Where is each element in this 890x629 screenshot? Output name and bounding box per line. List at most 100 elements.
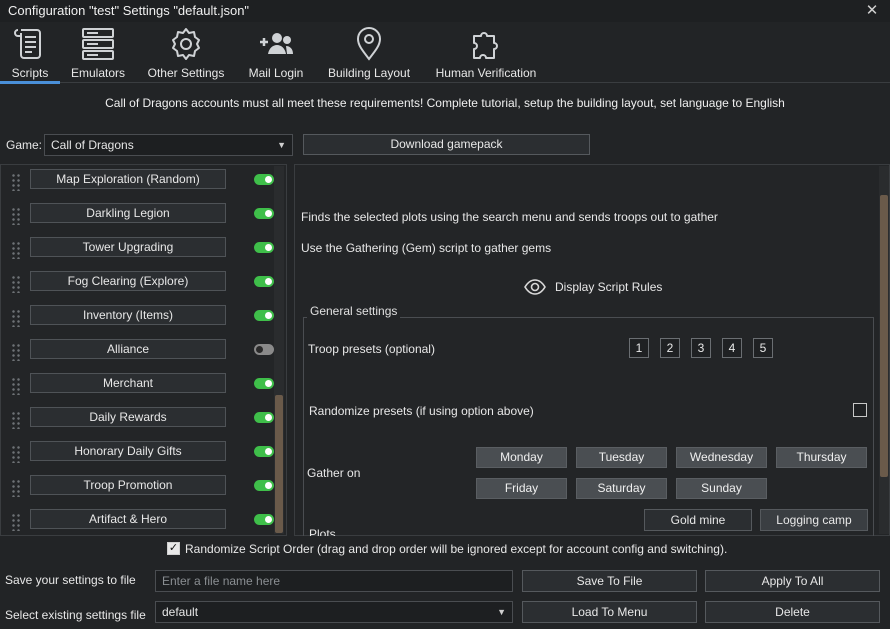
randomize-order-label: Randomize Script Order (drag and drop or… [185,542,728,556]
scroll-icon [14,29,41,59]
drag-handle-icon[interactable] [11,275,21,293]
tab-scripts[interactable]: Scripts [4,26,56,84]
script-button[interactable]: Inventory (Items) [30,305,226,325]
script-button[interactable]: Artifact & Hero [30,509,226,529]
list-item[interactable]: Merchant [1,369,281,403]
tab-label: Mail Login [248,66,304,80]
save-to-file-button[interactable]: Save To File [522,570,697,592]
script-toggle[interactable] [254,174,274,185]
script-button[interactable]: Merchant [30,373,226,393]
script-button[interactable]: Alliance [30,339,226,359]
server-icon [82,28,114,60]
preset-5-button[interactable]: 5 [753,338,773,358]
display-script-rules-button[interactable]: Display Script Rules [524,277,664,297]
list-item[interactable]: Artifact & Hero [1,505,281,535]
script-toggle[interactable] [254,378,274,389]
drag-handle-icon[interactable] [11,207,21,225]
plots-label: Plots [309,527,336,536]
script-button[interactable]: Fog Clearing (Explore) [30,271,226,291]
drag-handle-icon[interactable] [11,241,21,259]
tab-building-layout[interactable]: Building Layout [324,26,414,84]
settings-scroll-thumb[interactable] [880,195,888,477]
chevron-down-icon: ▼ [497,607,506,617]
tab-label: Scripts [11,66,49,80]
tab-mail-login[interactable]: Mail Login [244,26,308,84]
add-user-icon [260,33,293,54]
troop-presets-label: Troop presets (optional) [308,342,435,356]
requirements-banner: Call of Dragons accounts must all meet t… [105,96,785,110]
list-item[interactable]: Inventory (Items) [1,301,281,335]
load-to-menu-button[interactable]: Load To Menu [522,601,697,623]
delete-button[interactable]: Delete [705,601,880,623]
script-button[interactable]: Darkling Legion [30,203,226,223]
list-item[interactable]: Fog Clearing (Explore) [1,267,281,301]
drag-handle-icon[interactable] [11,479,21,497]
randomize-presets-checkbox[interactable] [853,403,867,417]
game-select[interactable]: Call of Dragons ▼ [44,134,293,156]
settings-file-select[interactable]: default ▼ [155,601,513,623]
eye-icon [524,279,546,295]
day-friday-button[interactable]: Friday [476,478,567,499]
day-saturday-button[interactable]: Saturday [576,478,667,499]
apply-to-all-button[interactable]: Apply To All [705,570,880,592]
drag-handle-icon[interactable] [11,445,21,463]
script-toggle[interactable] [254,446,274,457]
plot-logging-camp-button[interactable]: Logging camp [760,509,868,531]
day-monday-button[interactable]: Monday [476,447,567,468]
gear-icon [172,28,200,60]
drag-handle-icon[interactable] [11,173,21,191]
day-tuesday-button[interactable]: Tuesday [576,447,667,468]
settings-file-value: default [162,605,199,619]
script-toggle[interactable] [254,208,274,219]
tab-human-verification[interactable]: Human Verification [432,26,540,84]
list-item[interactable]: Tower Upgrading [1,233,281,267]
drag-handle-icon[interactable] [11,411,21,429]
randomize-order-checkbox[interactable]: ✓ [167,542,180,555]
list-item[interactable]: Honorary Daily Gifts [1,437,281,471]
script-button[interactable]: Troop Promotion [30,475,226,495]
list-item[interactable]: Troop Promotion [1,471,281,505]
tab-emulators[interactable]: Emulators [66,26,130,84]
preset-4-button[interactable]: 4 [722,338,742,358]
day-thursday-button[interactable]: Thursday [776,447,867,468]
close-button[interactable]: ✕ [860,0,884,22]
day-wednesday-button[interactable]: Wednesday [676,447,767,468]
script-toggle[interactable] [254,412,274,423]
filename-input[interactable]: Enter a file name here [155,570,513,592]
script-toggle[interactable] [254,344,274,355]
puzzle-icon [473,32,498,59]
download-gamepack-button[interactable]: Download gamepack [303,134,590,155]
tab-label: Emulators [70,66,126,80]
drag-handle-icon[interactable] [11,343,21,361]
script-note: Use the Gathering (Gem) script to gather… [301,241,552,255]
day-sunday-button[interactable]: Sunday [676,478,767,499]
list-item[interactable]: Daily Rewards [1,403,281,437]
script-button[interactable]: Daily Rewards [30,407,226,427]
drag-handle-icon[interactable] [11,513,21,531]
script-button[interactable]: Tower Upgrading [30,237,226,257]
list-item[interactable]: Map Exploration (Random) [1,165,281,199]
preset-2-button[interactable]: 2 [660,338,680,358]
tab-other-settings[interactable]: Other Settings [144,26,228,84]
script-button[interactable]: Map Exploration (Random) [30,169,226,189]
display-script-rules-label: Display Script Rules [555,280,663,294]
list-item[interactable]: Alliance [1,335,281,369]
drag-handle-icon[interactable] [11,309,21,327]
script-list-scroll-thumb[interactable] [275,395,283,533]
tab-divider [0,82,890,83]
script-toggle[interactable] [254,310,274,321]
chevron-down-icon: ▼ [277,140,286,150]
drag-handle-icon[interactable] [11,377,21,395]
script-toggle[interactable] [254,276,274,287]
script-toggle[interactable] [254,242,274,253]
plot-gold-mine-button[interactable]: Gold mine [644,509,752,531]
game-select-value: Call of Dragons [51,138,134,152]
script-toggle[interactable] [254,514,274,525]
general-settings-title: General settings [307,304,401,318]
tab-label: Other Settings [147,66,225,80]
preset-1-button[interactable]: 1 [629,338,649,358]
script-button[interactable]: Honorary Daily Gifts [30,441,226,461]
preset-3-button[interactable]: 3 [691,338,711,358]
script-toggle[interactable] [254,480,274,491]
list-item[interactable]: Darkling Legion [1,199,281,233]
